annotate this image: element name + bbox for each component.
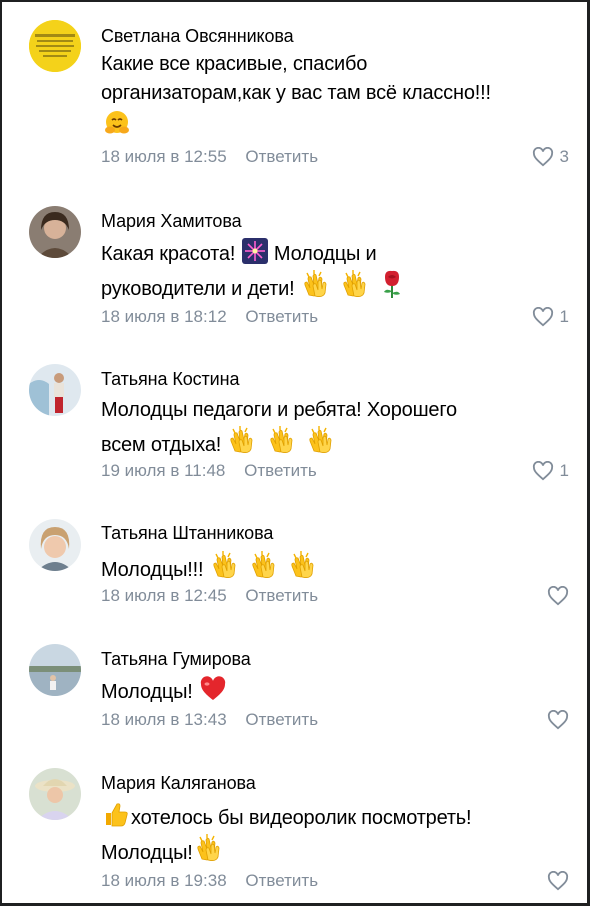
reply-button[interactable]: Ответить <box>245 871 318 890</box>
comment-meta: 19 июля в 11:48 Ответить <box>101 461 317 481</box>
clapping-hands-icon <box>196 834 220 861</box>
like-button[interactable]: 1 <box>532 307 569 327</box>
comment-text: Какая красота! Молодцы и руководители и … <box>101 238 571 304</box>
comment-text: Какие все красивые, спасибо организатора… <box>101 50 571 137</box>
reply-button[interactable]: Ответить <box>245 586 318 605</box>
comment-author[interactable]: Татьяна Костина <box>101 369 239 390</box>
like-button[interactable]: 3 <box>532 147 569 167</box>
reply-button[interactable]: Ответить <box>245 710 318 729</box>
clapping-hands-icon <box>291 551 314 578</box>
clapping-hands-icon <box>213 551 236 578</box>
like-count: 1 <box>559 461 569 480</box>
thumbs-up-icon <box>106 803 128 827</box>
avatar[interactable] <box>29 768 81 820</box>
comment-text: хотелось бы видеоролик посмотреть! Молод… <box>101 800 571 868</box>
like-button[interactable]: 1 <box>532 461 569 481</box>
heart-icon <box>532 307 553 327</box>
comment-meta: 18 июля в 12:45 Ответить <box>101 586 318 606</box>
avatar[interactable] <box>29 20 81 72</box>
reply-button[interactable]: Ответить <box>245 307 318 326</box>
avatar[interactable] <box>29 206 81 258</box>
comments-panel: Светлана Овсянникова Какие все красивые,… <box>0 0 590 906</box>
clapping-hands-icon <box>343 270 366 297</box>
comment-author[interactable]: Татьяна Штанникова <box>101 523 273 544</box>
comment-meta: 18 июля в 19:38 Ответить <box>101 871 318 891</box>
clapping-hands-icon <box>304 270 327 297</box>
comment-date[interactable]: 19 июля в 11:48 <box>101 461 225 480</box>
rose-icon <box>383 270 400 298</box>
comment-author[interactable]: Мария Каляганова <box>101 773 256 794</box>
comment-date[interactable]: 18 июля в 18:12 <box>101 307 227 326</box>
like-button[interactable] <box>547 871 569 891</box>
comment-date[interactable]: 18 июля в 12:45 <box>101 586 227 605</box>
clapping-hands-icon <box>309 426 332 453</box>
red-heart-icon <box>200 676 226 700</box>
clapping-hands-icon <box>270 426 293 453</box>
heart-icon <box>547 710 569 730</box>
comment-date[interactable]: 18 июля в 19:38 <box>101 871 227 890</box>
comment-meta: 18 июля в 12:55 Ответить <box>101 147 318 167</box>
comment-text: Молодцы! <box>101 676 571 707</box>
reply-button[interactable]: Ответить <box>244 461 317 480</box>
like-count: 1 <box>559 307 569 326</box>
comment-author[interactable]: Мария Хамитова <box>101 211 242 232</box>
avatar[interactable] <box>29 364 81 416</box>
comment-date[interactable]: 18 июля в 12:55 <box>101 147 227 166</box>
hugging-face-icon <box>105 111 129 134</box>
comment-text: Молодцы педагоги и ребята! Хорошего всем… <box>101 399 457 456</box>
comment-text: Молодцы!!! <box>101 550 571 585</box>
avatar[interactable] <box>29 519 81 571</box>
comment-author[interactable]: Светлана Овсянникова <box>101 26 294 47</box>
like-button[interactable] <box>547 586 569 606</box>
like-button[interactable] <box>547 710 569 730</box>
heart-icon <box>547 871 569 891</box>
comment-date[interactable]: 18 июля в 13:43 <box>101 710 227 729</box>
heart-icon <box>532 147 553 167</box>
comment-author[interactable]: Татьяна Гумирова <box>101 649 251 670</box>
comment-meta: 18 июля в 18:12 Ответить <box>101 307 318 327</box>
heart-icon <box>532 461 553 481</box>
clapping-hands-icon <box>230 426 253 453</box>
avatar[interactable] <box>29 644 81 696</box>
clapping-hands-icon <box>252 551 275 578</box>
comment-meta: 18 июля в 13:43 Ответить <box>101 710 318 730</box>
reply-button[interactable]: Ответить <box>245 147 318 166</box>
heart-icon <box>547 586 569 606</box>
like-count: 3 <box>559 147 569 166</box>
firework-icon <box>241 238 268 264</box>
